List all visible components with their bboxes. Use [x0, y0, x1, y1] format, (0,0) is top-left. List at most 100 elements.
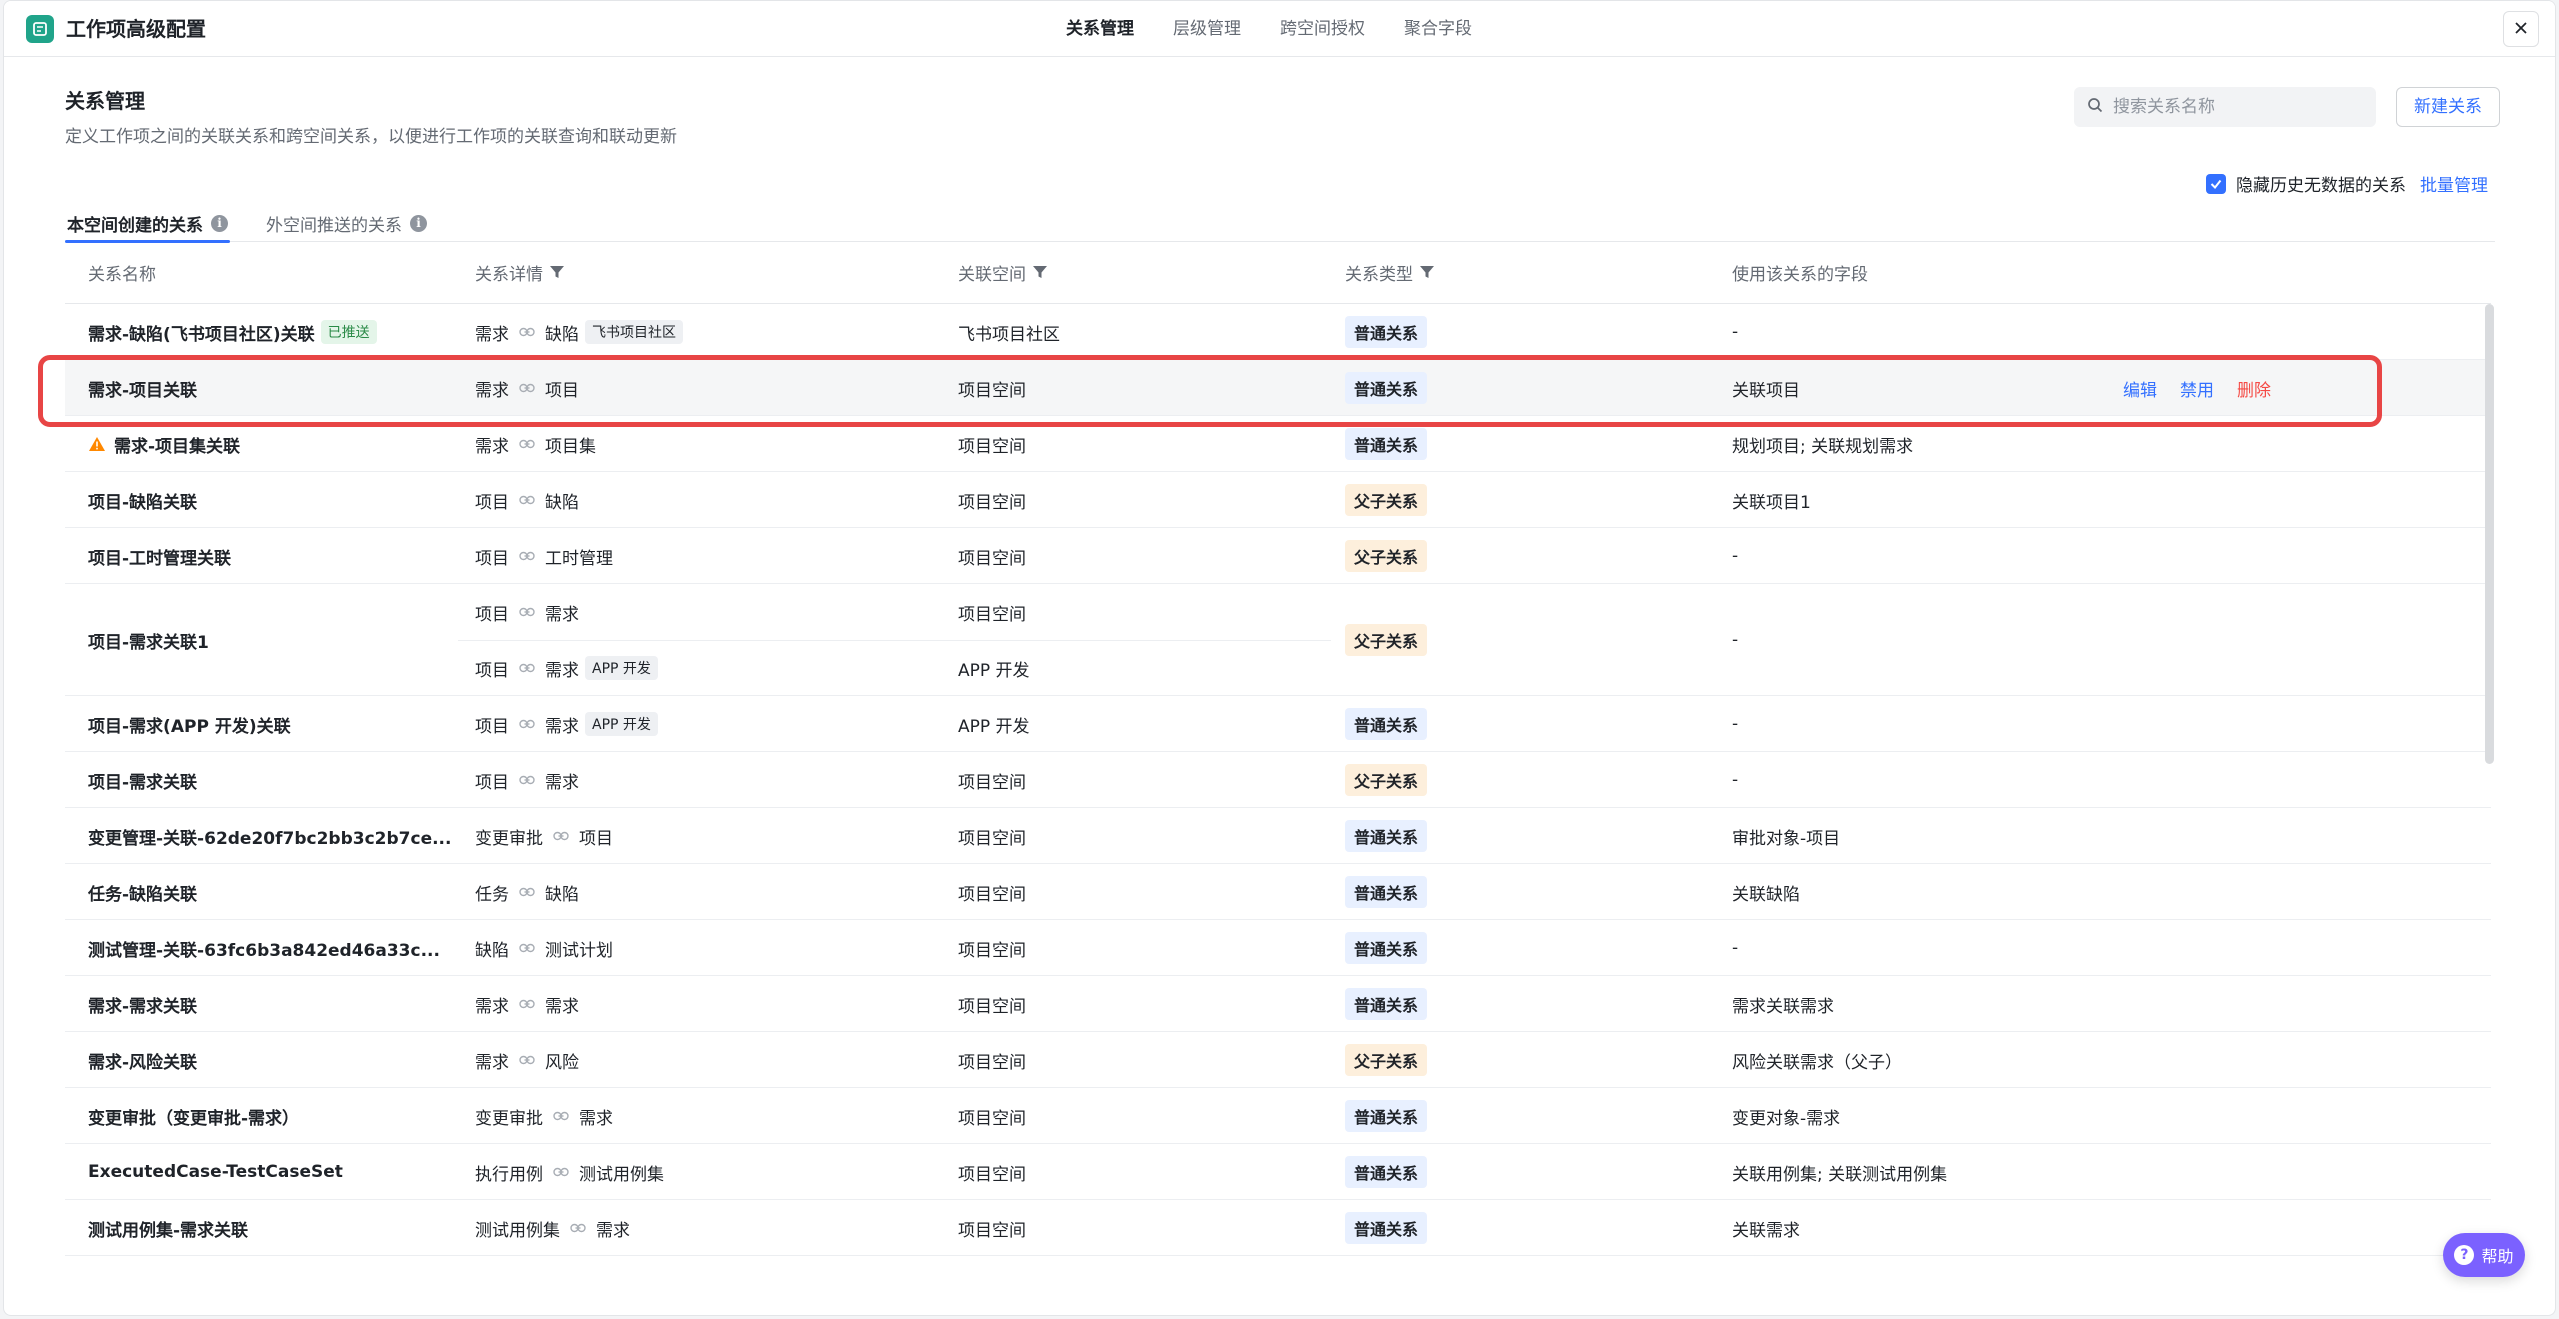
relation-type-badge: 普通关系 [1345, 1100, 1428, 1132]
column-label: 关联空间 [958, 265, 1026, 285]
relation-detail-cell: 项目 需求 APP 开发 [475, 640, 658, 696]
relation-name: 需求-缺陷(飞书项目社区)关联 [88, 324, 315, 345]
relation-type-cell: 父子关系 [1345, 584, 1428, 696]
table-row[interactable]: 测试用例集-需求关联 测试用例集 需求 项目空间 普通关系 关联需求 [65, 1200, 2491, 1256]
table-row[interactable]: 测试管理-关联-63fc6b3a842ed46a33c... 缺陷 测试计划 项目空间… [65, 920, 2491, 976]
relation-type-badge: 父子关系 [1345, 764, 1428, 796]
column-header-type: 关系类型 [1345, 246, 1435, 304]
source-type: 任务 [475, 884, 509, 905]
table-row[interactable]: 需求-项目关联 需求 项目 项目空间 普通关系 关联项目 编辑 禁用 删除 [65, 360, 2491, 416]
table-row[interactable]: 项目-需求关联 项目 需求 项目空间 父子关系 - [65, 752, 2491, 808]
related-space-cell: APP 开发 [958, 660, 1030, 681]
relation-type-cell: 普通关系 [1345, 360, 1428, 416]
row-actions: 编辑 禁用 删除 [2123, 360, 2294, 416]
relation-name-cell: 项目-需求关联 [88, 752, 197, 808]
batch-manage-link[interactable]: 批量管理 [2420, 171, 2488, 196]
used-fields-cell: - [1732, 322, 1739, 342]
source-type: 需求 [475, 380, 509, 401]
relation-detail-cell: 需求 项目 [475, 360, 579, 416]
target-type: 项目集 [545, 436, 596, 457]
target-type: 缺陷 [545, 324, 579, 345]
table-row[interactable]: 需求-风险关联 需求 风险 项目空间 父子关系 风险关联需求（父子） [65, 1032, 2491, 1088]
table-row[interactable]: 变更管理-关联-62de20f7bc2bb3c2b7ce... 变更审批 项目 项目空… [65, 808, 2491, 864]
target-type: 风险 [545, 1052, 579, 1073]
table-row[interactable]: 项目-需求(APP 开发)关联 项目 需求 APP 开发 APP 开发 普通关系 - [65, 696, 2491, 752]
link-icon [519, 327, 535, 337]
filter-icon[interactable] [1032, 246, 1048, 304]
hide-history-label: 隐藏历史无数据的关系 [2236, 176, 2406, 196]
used-fields-cell: 关联缺陷 [1732, 884, 1800, 905]
relation-name-cell: 测试用例集-需求关联 [88, 1200, 248, 1256]
filter-icon[interactable] [1419, 246, 1435, 304]
target-type: 需求 [545, 604, 579, 625]
vertical-scrollbar[interactable] [2485, 304, 2494, 764]
filter-icon[interactable] [549, 246, 565, 304]
relation-name-cell: 变更管理-关联-62de20f7bc2bb3c2b7ce... [88, 808, 451, 864]
table-row[interactable]: 任务-缺陷关联 任务 缺陷 项目空间 普通关系 关联缺陷 [65, 864, 2491, 920]
help-button[interactable]: ? 帮助 [2443, 1233, 2525, 1277]
link-icon [519, 383, 535, 393]
tab-aggregate-fields[interactable]: 聚合字段 [1404, 1, 1472, 57]
relation-detail-cell: 项目 缺陷 [475, 472, 579, 528]
relation-detail-cell: 项目 需求 [475, 752, 579, 808]
link-icon [519, 719, 535, 729]
tab-relation-management[interactable]: 关系管理 [1066, 1, 1134, 57]
relation-type-badge: 父子关系 [1345, 484, 1428, 516]
new-relation-button[interactable]: 新建关系 [2396, 87, 2500, 127]
used-fields-cell: 变更对象-需求 [1732, 1108, 1841, 1129]
link-icon [519, 943, 535, 953]
relation-name: 变更管理-关联-62de20f7bc2bb3c2b7ce... [88, 828, 452, 849]
relations-table: 关系名称 关系详情 关联空间 关系类型 使用该关系的字段 需求-缺陷(飞书项目社… [65, 246, 2491, 1256]
table-row[interactable]: 项目-工时管理关联 项目 工时管理 项目空间 父子关系 - [65, 528, 2491, 584]
relation-name: 项目-需求(APP 开发)关联 [88, 716, 291, 737]
sub-tabs: 本空间创建的关系 i 外空间推送的关系 i [65, 205, 2495, 243]
source-type: 测试用例集 [475, 1220, 560, 1241]
target-type: 工时管理 [545, 548, 613, 569]
relation-type-cell: 普通关系 [1345, 1088, 1428, 1144]
relation-name: 测试用例集-需求关联 [88, 1220, 249, 1241]
table-row[interactable]: 需求-需求关联 需求 需求 项目空间 普通关系 需求关联需求 [65, 976, 2491, 1032]
relation-detail-cell: 项目 工时管理 [475, 528, 613, 584]
relation-type-cell: 普通关系 [1345, 696, 1428, 752]
disable-button[interactable]: 禁用 [2180, 376, 2214, 401]
relation-type-cell: 普通关系 [1345, 864, 1428, 920]
table-row[interactable]: 需求-缺陷(飞书项目社区)关联 已推送 需求 缺陷 飞书项目社区 飞书项目社区 普通关系 - [65, 304, 2491, 360]
info-icon[interactable]: i [211, 215, 228, 232]
tab-cross-space-auth[interactable]: 跨空间授权 [1280, 1, 1365, 57]
table-row[interactable]: 项目-缺陷关联 项目 缺陷 项目空间 父子关系 关联项目1 [65, 472, 2491, 528]
relation-name: 项目-需求关联1 [88, 632, 209, 653]
relation-name: 项目-需求关联 [88, 772, 198, 793]
table-row[interactable]: ExecutedCase-TestCaseSet 执行用例 测试用例集 项目空间 普通关… [65, 1144, 2491, 1200]
source-type: 需求 [475, 324, 509, 345]
used-fields-cell: 关联项目1 [1732, 492, 1811, 513]
used-fields-cell: 关联项目 [1732, 380, 1800, 401]
relation-type-cell: 父子关系 [1345, 528, 1428, 584]
relation-type-badge: 普通关系 [1345, 988, 1428, 1020]
hide-history-checkbox[interactable] [2206, 173, 2226, 194]
table-row[interactable]: 需求-项目集关联 需求 项目集 项目空间 普通关系 规划项目; 关联规划需求 [65, 416, 2491, 472]
tab-hierarchy-management[interactable]: 层级管理 [1173, 1, 1241, 57]
relation-name: 需求-项目集关联 [114, 436, 241, 457]
table-row[interactable]: 变更审批（变更审批-需求） 变更审批 需求 项目空间 普通关系 变更对象-需求 [65, 1088, 2491, 1144]
delete-button[interactable]: 删除 [2237, 376, 2271, 401]
subtab-external-relations[interactable]: 外空间推送的关系 i [264, 205, 429, 242]
source-type: 项目 [475, 548, 509, 569]
related-space-cell: 项目空间 [958, 828, 1026, 849]
column-label: 关系名称 [88, 265, 156, 285]
related-space-cell: 飞书项目社区 [958, 324, 1060, 345]
close-button[interactable] [2503, 11, 2539, 47]
relation-name-cell: ExecutedCase-TestCaseSet [88, 1144, 343, 1200]
relation-name: 需求-需求关联 [88, 996, 198, 1017]
related-space-cell: 项目空间 [958, 604, 1026, 625]
subtab-local-relations[interactable]: 本空间创建的关系 i [65, 205, 230, 243]
edit-button[interactable]: 编辑 [2123, 376, 2157, 401]
source-type: 变更审批 [475, 828, 543, 849]
relation-detail-cell: 变更审批 需求 [475, 1088, 613, 1144]
source-type: 项目 [475, 772, 509, 793]
source-type: 需求 [475, 1052, 509, 1073]
table-row[interactable]: 项目-需求关联1 项目 需求 项目空间 项目 需求 APP 开发 APP 开发 父子关系 - [65, 584, 2491, 696]
relation-name: 项目-工时管理关联 [88, 548, 232, 569]
info-icon[interactable]: i [410, 215, 427, 232]
search-input[interactable] [2113, 97, 2363, 117]
search-box[interactable] [2074, 87, 2376, 127]
